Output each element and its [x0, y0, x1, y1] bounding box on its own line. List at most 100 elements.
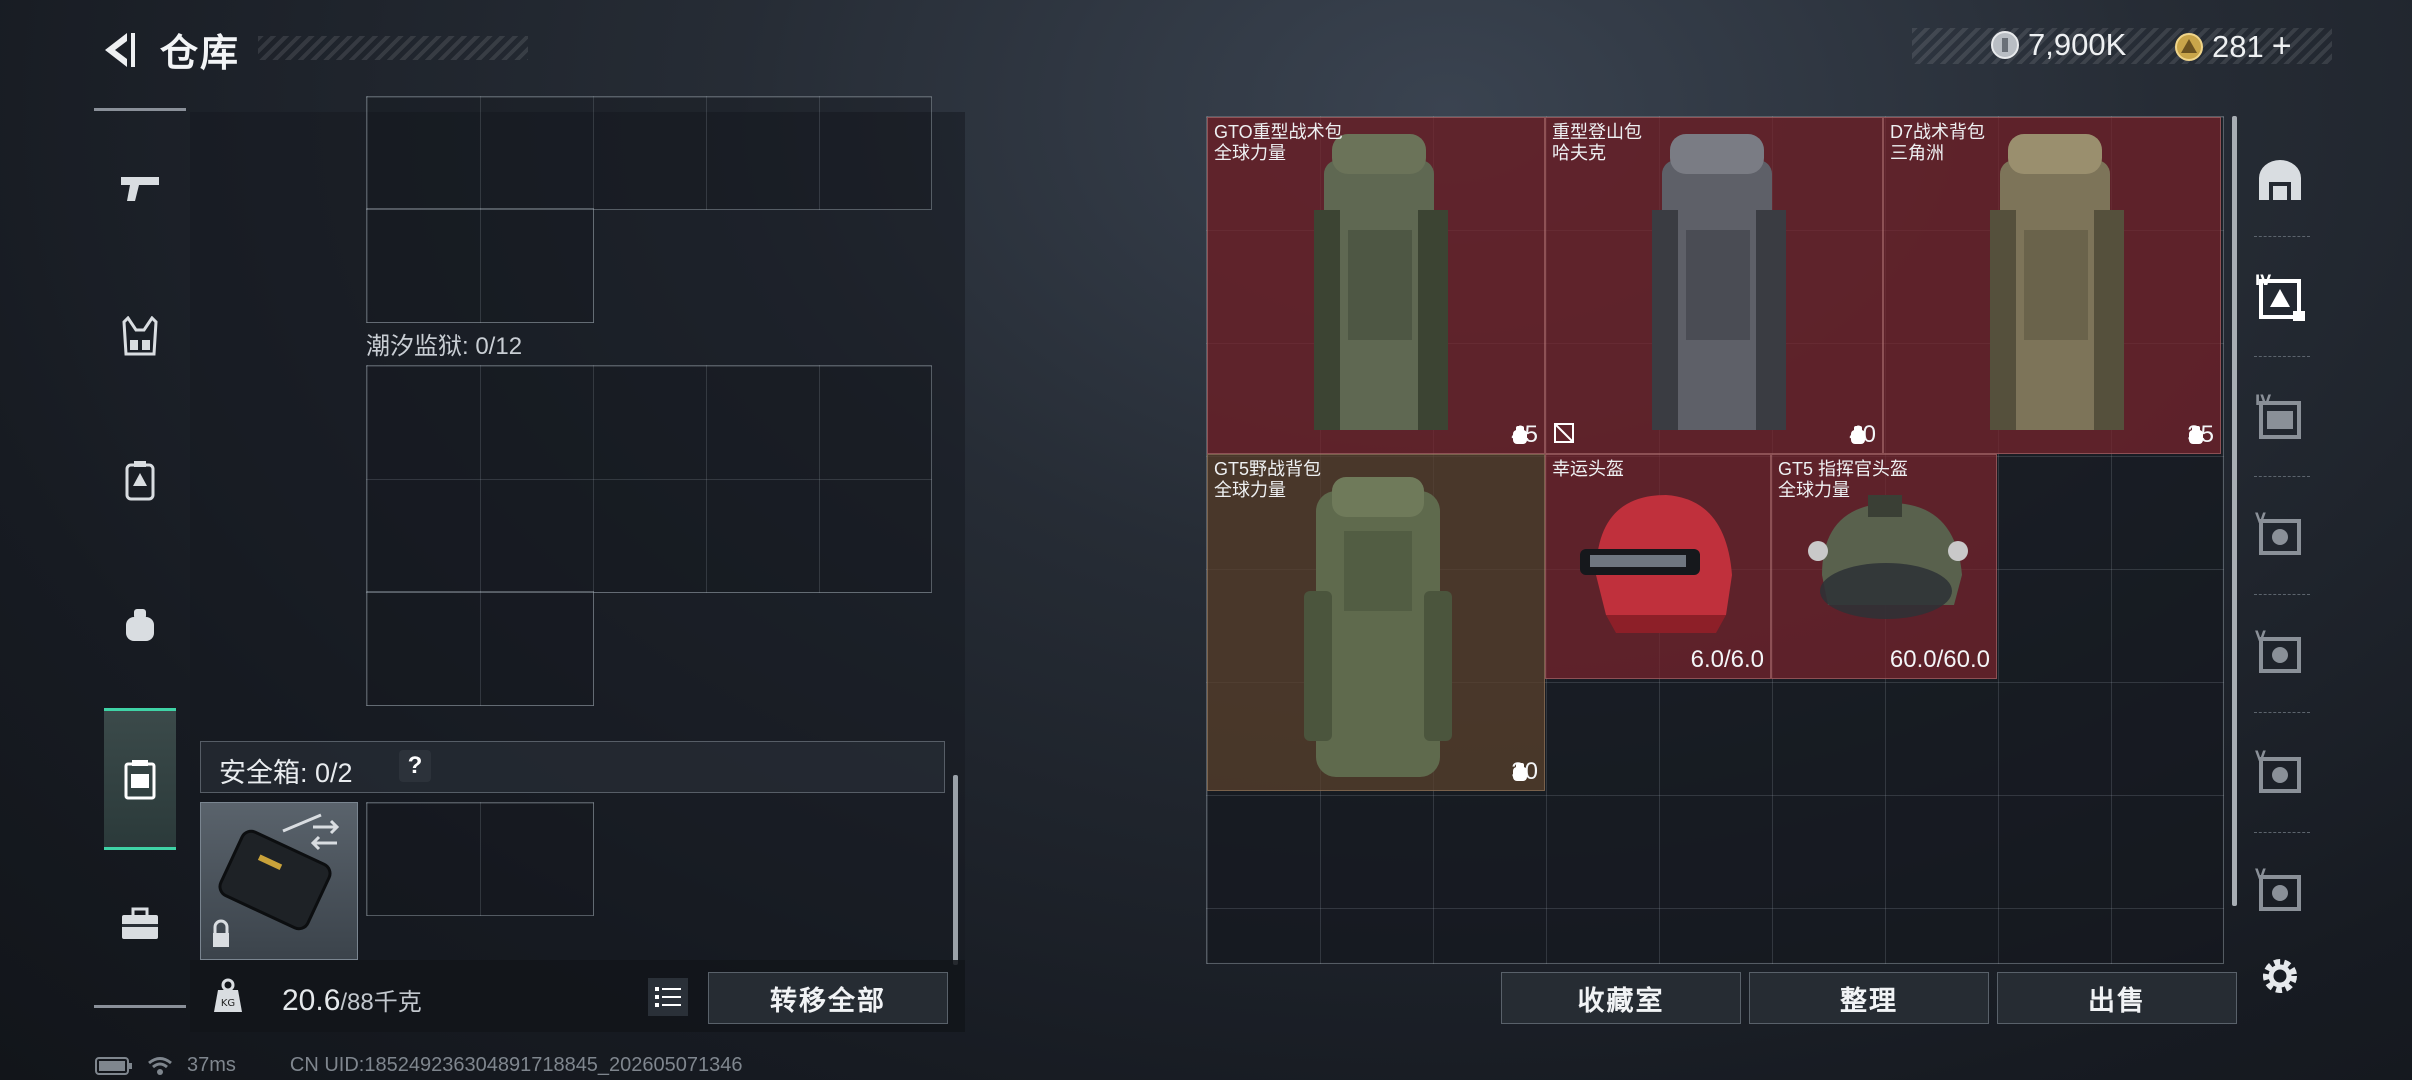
stash-tab-v-3[interactable]: V: [2248, 742, 2312, 806]
stash-item-gt5-commander-helmet[interactable]: GT5 指挥官头盔 全球力量 60.0/60.0: [1771, 454, 1997, 679]
svg-text:V: V: [2255, 629, 2266, 645]
safe-box-icon: [124, 760, 156, 800]
nav-safe-box[interactable]: [104, 708, 176, 850]
item-capacity: 40: [1849, 421, 1876, 449]
silver-coin-icon: [1991, 31, 2019, 59]
stash-tab-v-icon: V: [2255, 749, 2301, 793]
stash-tab-iv-active[interactable]: IV: [2248, 266, 2312, 330]
status-bar: 37ms CN UID:1852492363048917188​45_20260…: [95, 1054, 743, 1077]
stash-tab-iv-active-icon: IV: [2255, 273, 2305, 321]
zone-capacity-label: 潮汐监狱: 0/12: [366, 333, 523, 360]
list-view-button[interactable]: [648, 978, 688, 1016]
item-name: 幸运头盔: [1552, 459, 1624, 479]
help-button[interactable]: ?: [399, 750, 431, 782]
item-capacity: 30: [1511, 758, 1538, 786]
sell-button[interactable]: 出售: [1997, 972, 2237, 1024]
list-icon: [655, 987, 681, 1007]
stash-item-heavy-climbing-pack[interactable]: 重型登山包哈夫克 40: [1545, 117, 1883, 454]
weight-icon: KG: [206, 974, 250, 1018]
stash-tab-v-icon: V: [2255, 511, 2301, 555]
stash-home-tab[interactable]: [2248, 148, 2312, 212]
item-name: GT5野战背包 全球力量: [1214, 459, 1322, 500]
silver-amount: 7,900K: [2028, 27, 2127, 62]
weight-footer: KG 20.6/88千克 转移全部: [190, 960, 965, 1032]
nav-weapon[interactable]: [104, 152, 176, 224]
safe-box-grid[interactable]: [366, 802, 594, 916]
nav-backpack[interactable]: [104, 444, 176, 516]
organize-button[interactable]: 整理: [1749, 972, 1989, 1024]
backpack-image: [1314, 134, 1448, 430]
stash-item-gto-backpack[interactable]: GTO重型战术包全球力量 45: [1207, 117, 1545, 454]
stash-tab-v-4[interactable]: V: [2248, 860, 2312, 924]
item-durability: 6.0/6.0: [1690, 646, 1764, 673]
pistol-icon: [121, 177, 159, 201]
svg-text:IV: IV: [2255, 273, 2271, 289]
helmet-image: [1580, 495, 1732, 633]
page-title: 仓库: [160, 33, 241, 75]
zone-grid-2[interactable]: [366, 591, 594, 706]
capacity-icon: [1513, 763, 1528, 781]
add-gold-button[interactable]: +: [2272, 27, 2292, 66]
weight-current: 20.6: [282, 984, 341, 1017]
gold-triangle-coin-icon: [2175, 32, 2203, 61]
secure-case-icon: [213, 813, 340, 947]
back-button[interactable]: [92, 26, 144, 74]
transfer-all-button[interactable]: 转移全部: [708, 972, 948, 1024]
battery-icon: [95, 1056, 132, 1075]
user-uid: CN UID:1852492363048917188​45_2026050713…: [289, 1054, 743, 1076]
stash-tab-v-icon: V: [2255, 629, 2301, 673]
container-grid-top[interactable]: [366, 96, 932, 210]
settings-button[interactable]: [2248, 944, 2312, 1008]
safe-case-item[interactable]: [200, 802, 358, 960]
settings-gear-icon: [2263, 959, 2297, 993]
item-capacity: 35: [2187, 421, 2214, 449]
home-stash-icon: [2259, 160, 2301, 200]
svg-text:V: V: [2255, 511, 2266, 527]
wifi-icon: [148, 1056, 172, 1075]
zone-grid[interactable]: [366, 365, 932, 593]
toolbox-icon: [122, 907, 158, 939]
gold-amount: 281: [2212, 28, 2264, 64]
helmet-image: [1808, 495, 1968, 619]
item-capacity: 45: [1511, 421, 1538, 449]
weight-max: /88千克: [340, 989, 422, 1016]
no-trade-icon: [1554, 423, 1574, 443]
container-grid-top-2[interactable]: [366, 208, 594, 323]
svg-text:V: V: [2255, 749, 2266, 765]
back-arrow-icon: [105, 33, 135, 67]
item-name: 重型登山包 哈夫克: [1552, 122, 1642, 163]
stash-tab-v-icon: V: [2255, 867, 2301, 911]
safe-box-header: 安全箱: 0/2 ?: [200, 741, 945, 793]
gold-currency[interactable]: 281 +: [2174, 27, 2292, 66]
item-name: GT5 指挥官头盔 全球力量: [1778, 459, 1909, 500]
stash-tab-v-2[interactable]: V: [2248, 622, 2312, 686]
backpack-image: [1652, 134, 1786, 430]
collection-room-button[interactable]: 收藏室: [1501, 972, 1741, 1024]
capacity-icon: [1851, 426, 1866, 444]
svg-text:KG: KG: [221, 998, 235, 1009]
stash-tab-v-1[interactable]: V: [2248, 504, 2312, 568]
stash-scrollbar[interactable]: [2232, 116, 2237, 906]
ping: 37ms: [187, 1054, 236, 1076]
capacity-icon: [1513, 426, 1528, 444]
lock-icon: [213, 933, 229, 947]
nav-toolbox[interactable]: [104, 888, 176, 960]
left-nav: [94, 108, 186, 1008]
silver-currency[interactable]: 7,900K: [1990, 27, 2126, 63]
stash-item-gt5-field-backpack[interactable]: GT5野战背包全球力量 30: [1207, 454, 1545, 791]
stash-item-d7-backpack[interactable]: D7战术背包三角洲 35: [1883, 117, 2221, 454]
stash-item-lucky-helmet[interactable]: 幸运头盔 6.0/6.0: [1545, 454, 1771, 679]
item-durability: 60.0/60.0: [1889, 646, 1990, 673]
backpack-image: [1304, 477, 1452, 777]
backpack-icon: [125, 461, 155, 501]
nav-pouch[interactable]: [104, 588, 176, 660]
left-scrollbar[interactable]: [953, 775, 958, 965]
chest-rig-icon: [122, 316, 158, 356]
nav-chest-rig[interactable]: [104, 300, 176, 372]
svg-text:IV: IV: [2255, 393, 2271, 409]
capacity-icon: [2189, 426, 2204, 444]
swap-icon: [313, 819, 340, 835]
backpack-image: [1990, 134, 2124, 430]
stash-tab-iv[interactable]: IV: [2248, 386, 2312, 450]
item-name: D7战术背包 三角洲: [1890, 122, 1986, 163]
